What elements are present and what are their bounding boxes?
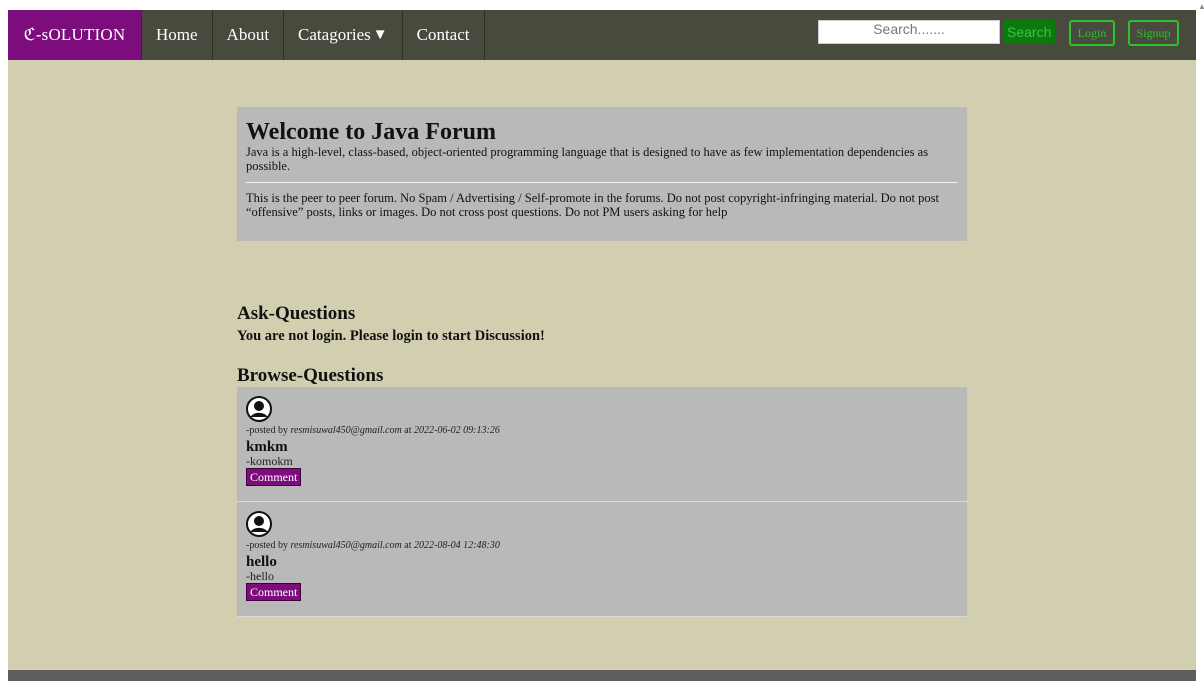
signup-button[interactable]: Signup: [1128, 20, 1179, 46]
post-timestamp: 2022-08-04 12:48:30: [414, 540, 500, 551]
welcome-jumbotron: Welcome to Java Forum Java is a high-lev…: [237, 107, 967, 241]
question-body: -hello: [246, 569, 274, 583]
question-body: -komokm: [246, 454, 293, 468]
post-meta: -posted by resmisuwal450@gmail.com at 20…: [246, 425, 958, 437]
nav-about[interactable]: About: [213, 10, 285, 60]
nav-home[interactable]: Home: [141, 10, 213, 60]
nav-categories-label: Catagories: [298, 25, 371, 44]
footer: [8, 670, 1196, 681]
browse-questions-heading: Browse-Questions: [237, 365, 384, 386]
question-card: -posted by resmisuwal450@gmail.com at 20…: [237, 502, 967, 617]
search-form: Search....... Search: [818, 20, 1056, 44]
comment-button[interactable]: Comment: [246, 583, 302, 601]
post-meta: -posted by resmisuwal450@gmail.com at 20…: [246, 540, 958, 552]
caret-down-icon: ▼: [372, 26, 388, 43]
nav-categories[interactable]: Catagories ▼: [284, 10, 403, 60]
nav-contact[interactable]: Contact: [403, 10, 485, 60]
search-button[interactable]: Search: [1003, 20, 1056, 44]
login-required-notice: You are not login. Please login to start…: [237, 328, 545, 344]
question-title[interactable]: kmkm: [246, 439, 958, 455]
user-avatar-icon: [246, 511, 272, 537]
search-input[interactable]: Search.......: [818, 20, 1000, 44]
posted-by-label: -posted by: [246, 425, 288, 436]
post-timestamp: 2022-06-02 09:13:26: [414, 425, 500, 436]
comment-button[interactable]: Comment: [246, 468, 302, 486]
post-author: resmisuwal450@gmail.com: [290, 425, 402, 436]
question-title[interactable]: hello: [246, 554, 958, 570]
forum-title: Welcome to Java Forum: [246, 119, 496, 145]
navbar: ℭ-sOLUTION Home About Catagories ▼ Contac…: [8, 10, 1196, 60]
forum-rules: This is the peer to peer forum. No Spam …: [246, 191, 939, 219]
question-list: -posted by resmisuwal450@gmail.com at 20…: [237, 387, 967, 617]
login-button[interactable]: Login: [1069, 20, 1115, 46]
at-label: at: [404, 540, 412, 551]
at-label: at: [404, 425, 412, 436]
divider: [246, 182, 958, 183]
question-card: -posted by resmisuwal450@gmail.com at 20…: [237, 387, 967, 502]
ask-questions-heading: Ask-Questions: [237, 303, 356, 324]
forum-description: Java is a high-level, class-based, objec…: [246, 145, 929, 173]
post-author: resmisuwal450@gmail.com: [290, 540, 402, 551]
user-avatar-icon: [246, 396, 272, 422]
page-frame: ℭ-sOLUTION Home About Catagories ▼ Contac…: [8, 10, 1196, 681]
scrollbar-up-arrow-icon[interactable]: ▲: [1198, 2, 1204, 11]
posted-by-label: -posted by: [246, 540, 288, 551]
brand-logo[interactable]: ℭ-sOLUTION: [8, 10, 141, 60]
